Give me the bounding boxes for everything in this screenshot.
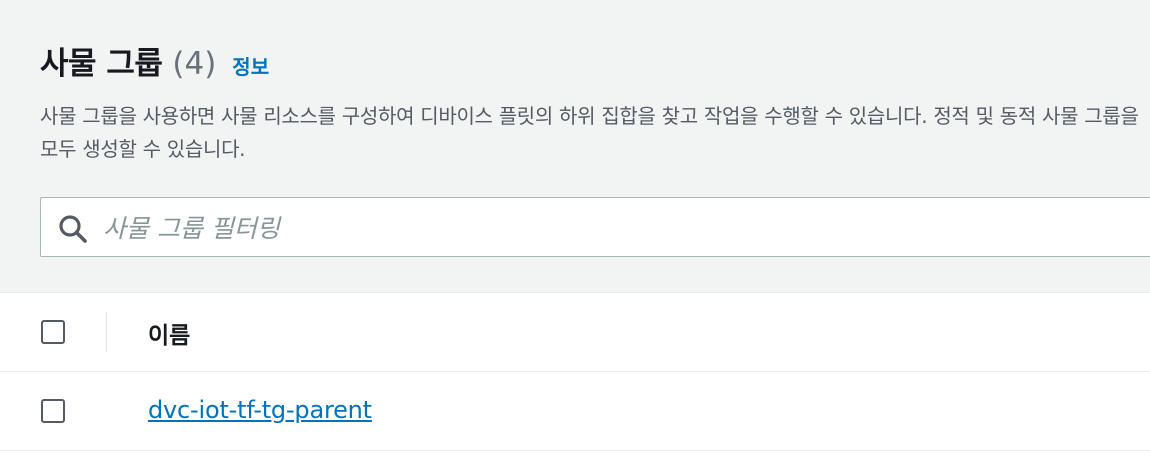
column-header-name[interactable]: 이름	[148, 316, 190, 350]
info-link[interactable]: 정보	[232, 51, 269, 80]
page-title: 사물 그룹	[40, 46, 163, 82]
select-all-checkbox[interactable]	[41, 320, 65, 344]
filter-box	[40, 197, 1150, 257]
thing-group-link[interactable]: dvc-iot-tf-tg-parent	[148, 396, 372, 424]
group-count: (4)	[172, 46, 217, 82]
search-icon	[59, 215, 87, 243]
page-title-row: 사물 그룹 (4) 정보	[40, 38, 269, 83]
table-row: dvc-iot-tf-tg-parent	[0, 372, 1150, 451]
column-divider	[106, 312, 107, 352]
thing-groups-header-panel: 사물 그룹 (4) 정보 사물 그룹을 사용하면 사물 리소스를 구성하여 디바…	[0, 0, 1150, 293]
filter-input[interactable]	[101, 204, 1105, 252]
row-checkbox[interactable]	[41, 399, 65, 423]
page-description: 사물 그룹을 사용하면 사물 리소스를 구성하여 디바이스 플릿의 하위 집합을…	[40, 104, 1139, 161]
table-header-row: 이름	[0, 293, 1150, 372]
